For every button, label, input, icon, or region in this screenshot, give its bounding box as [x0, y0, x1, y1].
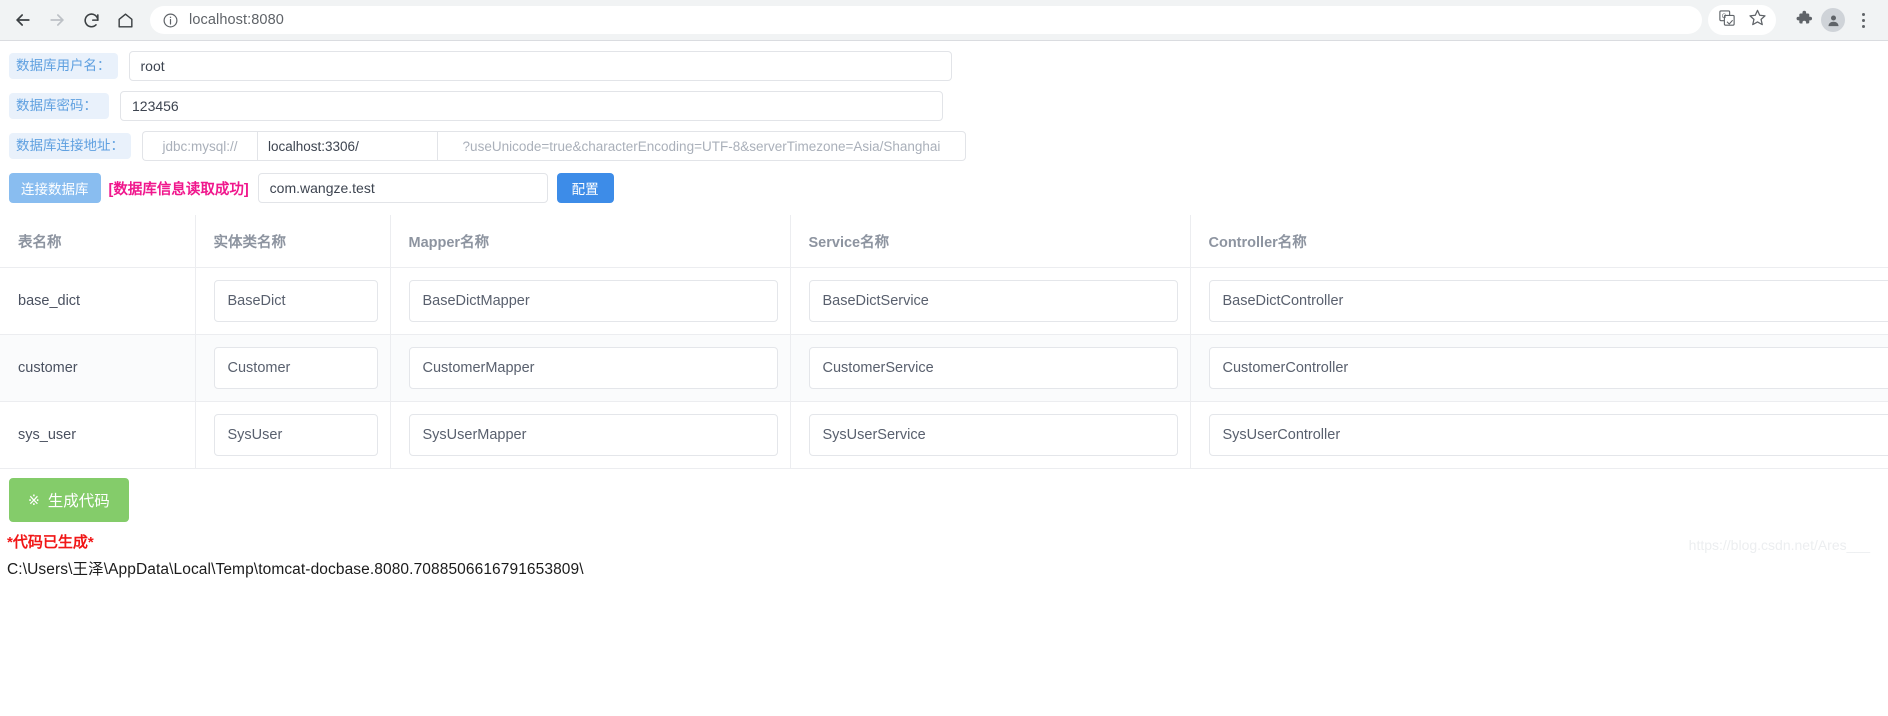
three-dots-menu-icon: [1861, 12, 1865, 28]
puzzle-piece-icon: [1794, 8, 1813, 32]
home-button[interactable]: [108, 3, 142, 37]
reload-button[interactable]: [74, 3, 108, 37]
cell-mapper: CustomerMapper: [390, 334, 791, 402]
bookmark-button[interactable]: [1742, 5, 1772, 35]
star-icon: [1748, 8, 1767, 32]
generate-code-label: 生成代码: [47, 493, 110, 510]
cell-entity: BaseDict: [195, 267, 391, 335]
back-button[interactable]: [6, 3, 40, 37]
omnibox-actions-group: G: [1708, 5, 1776, 35]
translate-icon: G: [1718, 9, 1736, 32]
table-body: base_dict BaseDict BaseDictMapper BaseDi…: [0, 267, 1888, 469]
column-header-controller: Controller名称: [1190, 215, 1888, 268]
page-content: 数据库用户名： root 数据库密码： 123456 数据库连接地址： jdbc…: [0, 51, 1888, 579]
service-name-input[interactable]: SysUserService: [808, 414, 1178, 456]
db-url-params-input[interactable]: ?useUnicode=true&characterEncoding=UTF-8…: [437, 131, 966, 161]
mapper-name-input[interactable]: CustomerMapper: [408, 347, 778, 389]
db-username-label: 数据库用户名：: [9, 52, 118, 80]
db-url-host-input[interactable]: localhost:3306/: [257, 131, 437, 161]
info-circle-icon[interactable]: [162, 12, 179, 29]
table-head: 表名称 实体类名称 Mapper名称 Service名称 Controller名…: [0, 215, 1888, 268]
entity-name-input[interactable]: Customer: [213, 347, 378, 389]
cell-mapper: SysUserMapper: [390, 401, 791, 469]
db-username-input[interactable]: root: [128, 51, 952, 81]
cell-controller: CustomerController: [1190, 334, 1888, 402]
config-button[interactable]: 配置: [556, 173, 614, 203]
translate-button[interactable]: G: [1712, 5, 1742, 35]
home-icon: [116, 11, 135, 30]
cell-entity: SysUser: [195, 401, 391, 469]
db-url-row: 数据库连接地址： jdbc:mysql:// localhost:3306/ ?…: [0, 131, 1888, 161]
db-url-group: jdbc:mysql:// localhost:3306/ ?useUnicod…: [142, 131, 966, 161]
chrome-menu-button[interactable]: [1848, 5, 1878, 35]
browser-toolbar: localhost:8080 G: [0, 0, 1888, 41]
db-password-input[interactable]: 123456: [120, 91, 943, 121]
cell-service: SysUserService: [790, 401, 1191, 469]
table-row: base_dict BaseDict BaseDictMapper BaseDi…: [0, 267, 1888, 335]
connection-status-message: [数据库信息读取成功]: [108, 181, 249, 198]
address-bar[interactable]: localhost:8080: [150, 6, 1702, 34]
reload-icon: [82, 11, 101, 30]
column-header-table-name: 表名称: [0, 215, 196, 268]
cell-table-name: base_dict: [0, 267, 196, 335]
generation-table: 表名称 实体类名称 Mapper名称 Service名称 Controller名…: [0, 215, 1888, 469]
connect-action-row: 连接数据库 [数据库信息读取成功] com.wangze.test 配置: [0, 173, 1888, 203]
generation-result-path: C:\Users\王泽\AppData\Local\Temp\tomcat-do…: [7, 561, 584, 578]
db-url-label: 数据库连接地址：: [9, 132, 131, 160]
entity-name-input[interactable]: SysUser: [213, 414, 378, 456]
service-name-input[interactable]: CustomerService: [808, 347, 1178, 389]
arrow-right-icon: [47, 10, 67, 30]
column-header-mapper: Mapper名称: [390, 215, 791, 268]
generate-code-button[interactable]: ※ 生成代码: [9, 478, 129, 522]
table-row: customer Customer CustomerMapper Custome…: [0, 334, 1888, 402]
cell-entity: Customer: [195, 334, 391, 402]
cell-controller: SysUserController: [1190, 401, 1888, 469]
table-row: sys_user SysUser SysUserMapper SysUserSe…: [0, 401, 1888, 469]
cell-mapper: BaseDictMapper: [390, 267, 791, 335]
db-url-prefix-input[interactable]: jdbc:mysql://: [142, 131, 257, 161]
mapper-name-input[interactable]: BaseDictMapper: [408, 280, 778, 322]
address-bar-text: localhost:8080: [189, 12, 284, 28]
connect-db-button[interactable]: 连接数据库: [9, 173, 101, 203]
generation-result-title: *代码已生成*: [7, 534, 94, 551]
watermark-text: https://blog.csdn.net/Ares___: [1688, 537, 1870, 553]
forward-button[interactable]: [40, 3, 74, 37]
package-name-input[interactable]: com.wangze.test: [257, 173, 548, 203]
profile-button[interactable]: [1818, 5, 1848, 35]
column-header-service: Service名称: [790, 215, 1191, 268]
db-username-row: 数据库用户名： root: [0, 51, 1888, 81]
toolbar-actions: G: [1708, 5, 1878, 35]
svg-text:G: G: [1722, 14, 1727, 20]
cell-service: CustomerService: [790, 334, 1191, 402]
extensions-button[interactable]: [1788, 5, 1818, 35]
controller-name-input[interactable]: CustomerController: [1208, 347, 1888, 389]
arrow-left-icon: [13, 10, 33, 30]
service-name-input[interactable]: BaseDictService: [808, 280, 1178, 322]
db-password-label: 数据库密码：: [9, 92, 109, 120]
cell-table-name: customer: [0, 334, 196, 402]
sparkle-icon: ※: [28, 492, 40, 508]
entity-name-input[interactable]: BaseDict: [213, 280, 378, 322]
cell-controller: BaseDictController: [1190, 267, 1888, 335]
controller-name-input[interactable]: SysUserController: [1208, 414, 1888, 456]
generation-table-wrapper: 表名称 实体类名称 Mapper名称 Service名称 Controller名…: [0, 215, 1888, 469]
cell-table-name: sys_user: [0, 401, 196, 469]
cell-service: BaseDictService: [790, 267, 1191, 335]
user-avatar-icon: [1821, 8, 1845, 32]
controller-name-input[interactable]: BaseDictController: [1208, 280, 1888, 322]
column-header-entity: 实体类名称: [195, 215, 391, 268]
db-password-row: 数据库密码： 123456: [0, 91, 1888, 121]
mapper-name-input[interactable]: SysUserMapper: [408, 414, 778, 456]
table-header-row: 表名称 实体类名称 Mapper名称 Service名称 Controller名…: [0, 215, 1888, 268]
